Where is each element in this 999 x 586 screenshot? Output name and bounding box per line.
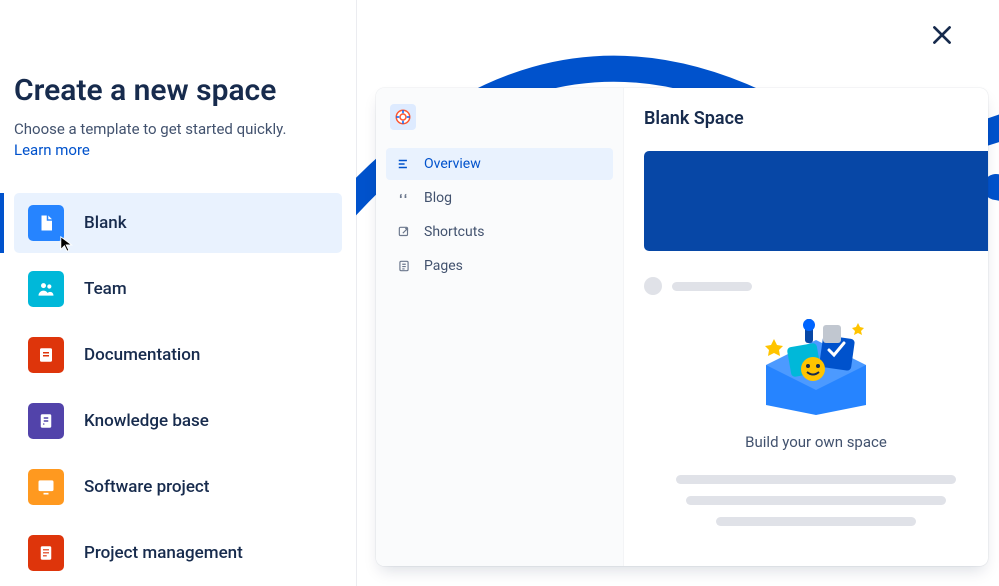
template-team[interactable]: Team (14, 259, 342, 319)
nav-label: Blog (424, 190, 452, 206)
template-label: Software project (84, 477, 209, 497)
clipboard-icon (28, 535, 64, 571)
template-label: Blank (84, 213, 127, 233)
template-label: Project management (84, 543, 243, 563)
text-placeholder (672, 282, 752, 291)
shortcut-icon (396, 225, 412, 239)
template-project-management[interactable]: Project management (14, 523, 342, 583)
close-button[interactable] (929, 22, 957, 50)
template-label: Team (84, 279, 127, 299)
preview-meta (644, 277, 988, 295)
page-title: Create a new space (14, 73, 342, 108)
text-placeholder (676, 475, 956, 484)
book-icon (28, 403, 64, 439)
preview-caption: Build your own space (644, 433, 988, 451)
avatar-placeholder (644, 277, 662, 295)
page-icon (28, 205, 64, 241)
nav-overview[interactable]: Overview (386, 148, 613, 180)
preview-sidebar: Overview Blog Shortcuts (376, 88, 624, 566)
nav-shortcuts[interactable]: Shortcuts (386, 216, 613, 248)
nav-blog[interactable]: Blog (386, 182, 613, 214)
template-software-project[interactable]: Software project (14, 457, 342, 517)
text-placeholder (686, 496, 946, 505)
template-label: Documentation (84, 345, 200, 365)
preview-card: Overview Blog Shortcuts (376, 88, 988, 566)
preview-content: Blank Space (624, 88, 988, 566)
people-icon (28, 271, 64, 307)
template-blank[interactable]: Blank (14, 193, 342, 253)
lifebuoy-icon (390, 104, 416, 130)
text-placeholder (716, 517, 916, 526)
preview-hero-banner (644, 151, 988, 251)
document-icon (28, 337, 64, 373)
preview-illustration (644, 315, 988, 415)
nav-label: Overview (424, 156, 481, 172)
monitor-icon (28, 469, 64, 505)
page-subtitle: Choose a template to get started quickly… (14, 120, 342, 138)
template-knowledge-base[interactable]: Knowledge base (14, 391, 342, 451)
template-documentation[interactable]: Documentation (14, 325, 342, 385)
preview-title: Blank Space (644, 108, 988, 129)
overview-icon (396, 157, 412, 171)
nav-label: Shortcuts (424, 224, 485, 240)
template-list: Blank Team Documentation Knowledge base (14, 193, 342, 583)
nav-label: Pages (424, 258, 463, 274)
template-label: Knowledge base (84, 411, 209, 431)
quote-icon (396, 191, 412, 205)
nav-pages[interactable]: Pages (386, 250, 613, 282)
page-icon (396, 259, 412, 273)
learn-more-link[interactable]: Learn more (14, 141, 90, 159)
